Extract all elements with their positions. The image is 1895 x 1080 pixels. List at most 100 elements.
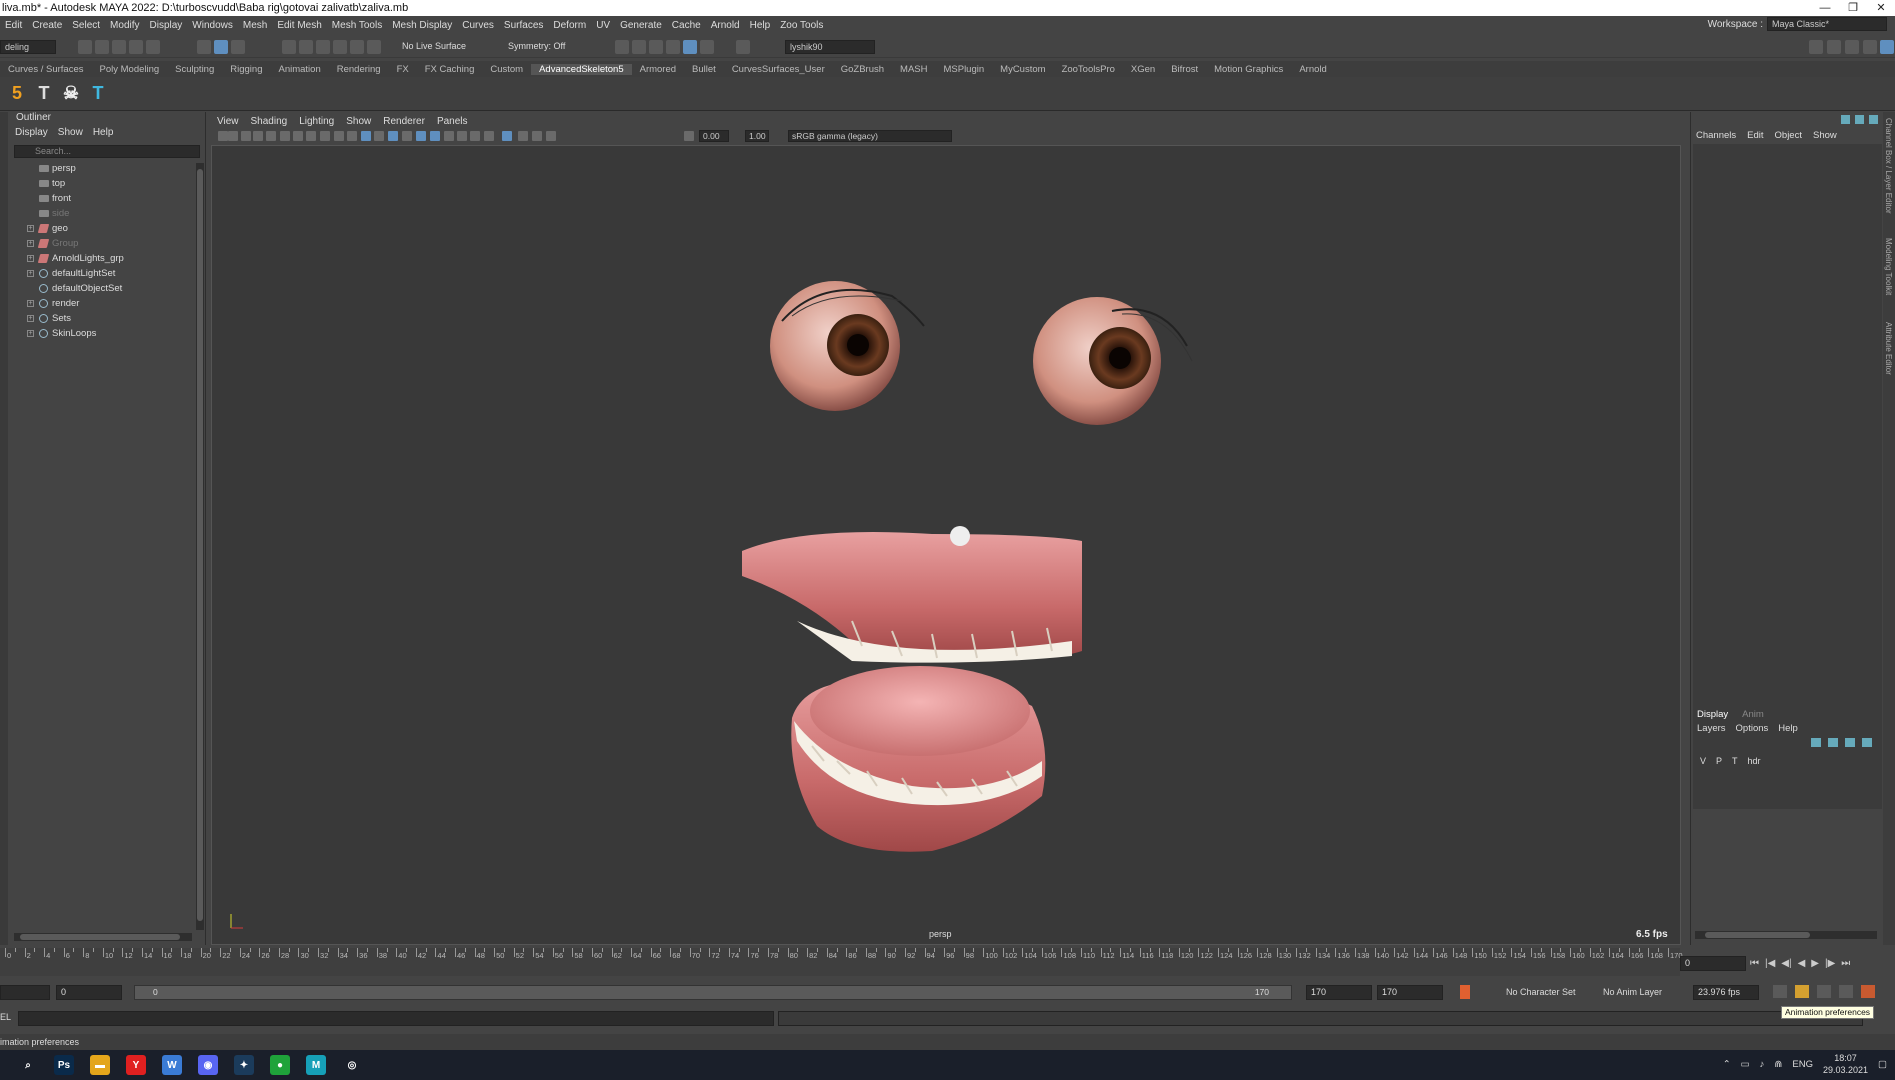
outliner-item[interactable]: + render — [8, 296, 198, 311]
menu-uv[interactable]: UV — [591, 20, 615, 31]
menu-modify[interactable]: Modify — [105, 20, 144, 31]
loop-icon[interactable] — [1773, 985, 1787, 998]
layer-hscroll-thumb[interactable] — [1705, 932, 1810, 938]
color-space-dropdown[interactable]: sRGB gamma (legacy) — [788, 130, 952, 142]
shelf-tab-advancedskeleton5[interactable]: AdvancedSkeleton5 — [531, 63, 632, 75]
panel-menu-renderer[interactable]: Renderer — [377, 116, 431, 127]
outliner-item[interactable]: + geo — [8, 221, 198, 236]
shelf-tab-fx[interactable]: FX — [389, 64, 417, 75]
shelf-tab-xgen[interactable]: XGen — [1123, 64, 1163, 75]
fps-dropdown[interactable]: 23.976 fps — [1693, 985, 1759, 1000]
time-slider[interactable]: 0 2 4 6 8 10 12 14 16 18 20 22 24 26 28 30 32 34 36 38 40 42 4… — [0, 948, 1683, 976]
side-tab-channel-box[interactable]: Channel Box / Layer Editor — [1884, 118, 1893, 214]
shadows-icon[interactable] — [444, 131, 454, 141]
shelf-tab-animation[interactable]: Animation — [270, 64, 328, 75]
new-scene-icon[interactable] — [78, 40, 92, 54]
step-forward-frame-icon[interactable]: |▶ — [1825, 958, 1835, 969]
wifi-icon[interactable]: ⋒ — [1774, 1059, 1782, 1070]
cb-toggle-icon-1[interactable] — [1841, 115, 1850, 124]
shelf-tab-zootoolspro[interactable]: ZooToolsPro — [1054, 64, 1123, 75]
sound-icon[interactable] — [1817, 985, 1831, 998]
yandex-browser-icon[interactable]: Y — [126, 1055, 146, 1075]
outliner-vscroll[interactable] — [196, 163, 204, 930]
shelf-tab-mycustom[interactable]: MyCustom — [992, 64, 1053, 75]
camera-attr-icon[interactable] — [218, 131, 228, 141]
safe-title-icon[interactable] — [334, 131, 344, 141]
expand-icon[interactable]: + — [27, 255, 34, 262]
render-view-icon[interactable] — [615, 40, 629, 54]
layer-playback-toggle[interactable]: P — [1716, 756, 1722, 766]
open-scene-icon[interactable] — [95, 40, 109, 54]
pause-icon[interactable] — [736, 40, 750, 54]
cb-menu-show[interactable]: Show — [1813, 130, 1837, 141]
menu-arnold[interactable]: Arnold — [706, 20, 745, 31]
maya-icon[interactable]: M — [306, 1055, 326, 1075]
toggle-channelbox-icon[interactable] — [1880, 40, 1894, 54]
discord-icon[interactable]: ◉ — [198, 1055, 218, 1075]
layer-name[interactable]: hdr — [1748, 756, 1761, 766]
panel-menu-panels[interactable]: Panels — [431, 116, 474, 127]
language-indicator[interactable]: ENG — [1792, 1059, 1813, 1070]
side-tab-modeling-toolkit[interactable]: Modeling Toolkit — [1884, 238, 1893, 295]
xray-components-icon[interactable] — [532, 131, 542, 141]
outliner-hscroll-thumb[interactable] — [20, 934, 180, 940]
cb-toggle-icon-3[interactable] — [1869, 115, 1878, 124]
menu-select[interactable]: Select — [67, 20, 105, 31]
expand-icon[interactable]: + — [27, 240, 34, 247]
obs-icon[interactable]: ◎ — [342, 1055, 362, 1075]
textured-icon[interactable] — [416, 131, 426, 141]
smooth-shade-icon[interactable] — [361, 131, 371, 141]
new-layer-icon[interactable] — [1845, 738, 1855, 747]
range-slider[interactable]: 0 170 — [134, 985, 1292, 1000]
shelf-tab-poly-modeling[interactable]: Poly Modeling — [92, 64, 168, 75]
shelf-tab-sculpting[interactable]: Sculpting — [167, 64, 222, 75]
layer-menu-help[interactable]: Help — [1778, 723, 1798, 734]
menu-mesh-display[interactable]: Mesh Display — [387, 20, 457, 31]
gate-mask-icon[interactable] — [293, 131, 303, 141]
isolate-select-icon[interactable] — [502, 131, 512, 141]
rig-tool-icon[interactable]: T — [33, 80, 55, 106]
layer-menu-options[interactable]: Options — [1736, 723, 1769, 734]
file-explorer-icon[interactable]: ▬ — [90, 1055, 110, 1075]
gamma-icon[interactable] — [684, 131, 694, 141]
skull-icon[interactable]: ☠ — [60, 80, 82, 106]
toggle-panel-icon[interactable] — [1827, 40, 1841, 54]
user-dropdown[interactable]: lyshik90 — [785, 40, 875, 54]
play-backward-icon[interactable]: ◀ — [1798, 958, 1806, 969]
wireframe-icon[interactable] — [347, 131, 357, 141]
layer-move-down-icon[interactable] — [1828, 738, 1838, 747]
save-scene-icon[interactable] — [112, 40, 126, 54]
menu-mesh[interactable]: Mesh — [238, 20, 272, 31]
side-tab-attribute-editor[interactable]: Attribute Editor — [1884, 322, 1893, 375]
outliner-menu-show[interactable]: Show — [58, 127, 83, 138]
shelf-tab-bullet[interactable]: Bullet — [684, 64, 724, 75]
snap-point-icon[interactable] — [316, 40, 330, 54]
cb-menu-edit[interactable]: Edit — [1747, 130, 1763, 141]
toggle-attr-icon[interactable] — [1845, 40, 1859, 54]
outliner-menu-help[interactable]: Help — [93, 127, 114, 138]
menu-mesh-tools[interactable]: Mesh Tools — [327, 20, 387, 31]
green-app-icon[interactable]: ● — [270, 1055, 290, 1075]
search-icon[interactable]: ⌕ — [18, 1055, 38, 1075]
antialias-icon[interactable] — [484, 131, 494, 141]
chevron-up-icon[interactable]: ⌃ — [1723, 1059, 1731, 1070]
shelf-tab-bifrost[interactable]: Bifrost — [1163, 64, 1206, 75]
start-time-field[interactable] — [0, 985, 50, 1000]
anim-layer-dropdown[interactable]: No Anim Layer — [1603, 987, 1662, 997]
safe-action-icon[interactable] — [320, 131, 330, 141]
shelf-tab-curvessurfaces-user[interactable]: CurvesSurfaces_User — [724, 64, 833, 75]
hypershade-icon[interactable] — [683, 40, 697, 54]
render-settings-icon[interactable] — [666, 40, 680, 54]
menu-windows[interactable]: Windows — [187, 20, 238, 31]
shelf-tab-motion-graphics[interactable]: Motion Graphics — [1206, 64, 1291, 75]
panel-menu-view[interactable]: View — [211, 116, 245, 127]
outliner-item[interactable]: persp — [8, 161, 198, 176]
toggle-tool-icon[interactable] — [1863, 40, 1877, 54]
word-icon[interactable]: W — [162, 1055, 182, 1075]
step-back-frame-icon[interactable]: ◀| — [1781, 958, 1791, 969]
outliner-hscroll[interactable] — [14, 933, 192, 941]
new-layer-selected-icon[interactable] — [1862, 738, 1872, 747]
wireframe-on-shaded-icon[interactable] — [388, 131, 398, 141]
panel-menu-shading[interactable]: Shading — [245, 116, 294, 127]
minimize-button[interactable]: — — [1811, 0, 1839, 16]
